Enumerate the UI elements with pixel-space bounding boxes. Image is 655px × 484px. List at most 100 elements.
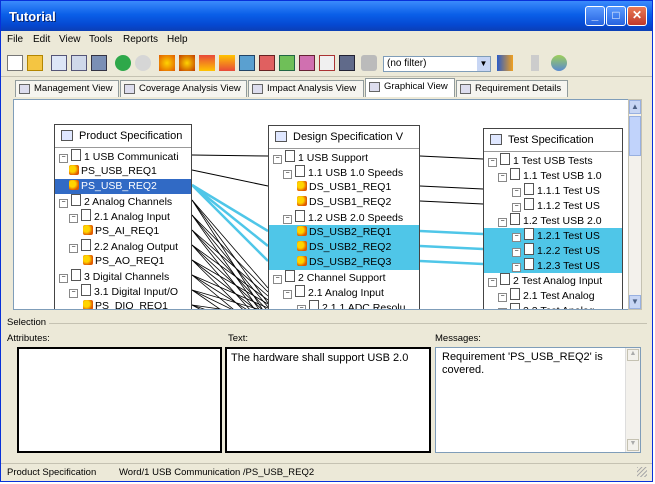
tree-row[interactable]: − 1.2 USB 2.0 Speeds <box>269 210 419 225</box>
filter-apply-icon[interactable] <box>497 55 513 71</box>
tab-graphical-view[interactable]: Graphical View <box>365 78 455 97</box>
close-button[interactable]: ✕ <box>627 6 647 26</box>
maximize-button[interactable]: □ <box>606 6 626 26</box>
collapse-icon[interactable]: − <box>59 154 68 163</box>
scroll-up-button[interactable]: ▲ <box>627 349 639 361</box>
forward-icon[interactable] <box>135 55 151 71</box>
collapse-icon[interactable]: − <box>283 290 292 299</box>
collapse-icon[interactable]: − <box>488 278 497 287</box>
collapse-icon[interactable]: − <box>498 218 507 227</box>
tree-row[interactable]: − 1 USB Communicati <box>55 149 191 164</box>
collapse-icon[interactable]: − <box>59 199 68 208</box>
test-spec-panel[interactable]: Test Specification −1 Test USB Tests −1.1… <box>483 128 623 309</box>
collapse-icon[interactable]: − <box>512 263 521 272</box>
collapse-icon[interactable]: − <box>283 215 292 224</box>
tree-row[interactable]: − 1.1.1 Test US <box>484 183 622 198</box>
menu-file[interactable]: File <box>7 34 23 45</box>
open-folder-icon[interactable] <box>27 55 43 71</box>
tree-row[interactable]: − 2 Test Analog Input <box>484 273 622 288</box>
panel-header[interactable]: Design Specification V <box>269 126 419 149</box>
collapse-icon[interactable]: − <box>69 289 78 298</box>
tree-row[interactable]: DS_USB1_REQ2 <box>269 195 419 210</box>
menu-tools[interactable]: Tools <box>89 34 112 45</box>
tree-row[interactable]: − 3 Digital Channels <box>55 269 191 284</box>
requirement-icon[interactable] <box>159 55 175 71</box>
tree-row[interactable]: − 1.2.2 Test US <box>484 243 622 258</box>
view-icon[interactable] <box>71 55 87 71</box>
messages-box[interactable]: Requirement 'PS_USB_REQ2' is covered. ▲ … <box>435 347 641 453</box>
collapse-icon[interactable]: − <box>512 203 521 212</box>
collapse-icon[interactable]: − <box>512 233 521 242</box>
tools-icon[interactable] <box>361 55 377 71</box>
tab-requirement-details[interactable]: Requirement Details <box>456 80 568 97</box>
scroll-thumb[interactable] <box>629 116 641 156</box>
collapse-icon[interactable]: − <box>59 274 68 283</box>
panel-header[interactable]: Test Specification <box>484 129 622 152</box>
menu-edit[interactable]: Edit <box>33 34 50 45</box>
product-spec-panel[interactable]: Product Specification − 1 USB Communicati… <box>54 124 192 309</box>
tree-row[interactable]: − 1 USB Support <box>269 150 419 165</box>
scroll-down-button[interactable]: ▼ <box>629 295 641 309</box>
tree-row[interactable]: − 2.1 Test Analog <box>484 288 622 303</box>
tree-row[interactable]: DS_USB1_REQ1 <box>269 180 419 195</box>
new-icon[interactable] <box>7 55 23 71</box>
collapse-icon[interactable]: − <box>69 244 78 253</box>
filter-select[interactable]: (no filter) ▼ <box>383 56 491 72</box>
tree-row[interactable]: − 3.1 Digital Input/O <box>55 284 191 299</box>
tree-row[interactable]: PS_AI_REQ1 <box>55 224 191 239</box>
tree-row[interactable]: PS_AO_REQ1 <box>55 254 191 269</box>
tab-coverage-analysis[interactable]: Coverage Analysis View <box>120 80 247 97</box>
menu-help[interactable]: Help <box>167 34 188 45</box>
link-icon[interactable] <box>299 55 315 71</box>
collapse-icon[interactable]: − <box>283 170 292 179</box>
tree-row[interactable]: − 2.1 Analog Input <box>269 285 419 300</box>
tree-row[interactable]: DS_USB2_REQ2 <box>269 240 419 255</box>
graph-canvas[interactable]: Product Specification − 1 USB Communicati… <box>13 99 629 310</box>
panel-header[interactable]: Product Specification <box>55 125 191 148</box>
chevron-down-icon[interactable]: ▼ <box>477 57 490 71</box>
export-icon[interactable] <box>259 55 275 71</box>
requirement-link-icon[interactable] <box>179 55 195 71</box>
canvas-vertical-scrollbar[interactable]: ▲ ▼ <box>628 99 642 310</box>
report-icon[interactable] <box>339 55 355 71</box>
tree-row[interactable]: − 2.2 Test Analog <box>484 303 622 309</box>
tree-row[interactable]: PS_USB_REQ1 <box>55 164 191 179</box>
tree-row[interactable]: − 2.1 Analog Input <box>55 209 191 224</box>
collapse-icon[interactable]: − <box>498 308 507 309</box>
title-bar[interactable]: Tutorial _ □ ✕ <box>1 1 652 31</box>
tree-row[interactable]: − 2.2 Analog Output <box>55 239 191 254</box>
properties-icon[interactable] <box>51 55 67 71</box>
import-icon[interactable] <box>239 55 255 71</box>
tree-row[interactable]: − 1.2 Test USB 2.0 <box>484 213 622 228</box>
refresh-icon[interactable] <box>551 55 567 71</box>
delete-link-icon[interactable] <box>319 55 335 71</box>
tree-row[interactable]: PS_USB_REQ2 <box>55 179 191 194</box>
tree-row[interactable]: DS_USB2_REQ1 <box>269 225 419 240</box>
collapse-icon[interactable]: − <box>512 188 521 197</box>
menu-reports[interactable]: Reports <box>123 34 158 45</box>
tree-row[interactable]: − 1 Test USB Tests <box>484 153 622 168</box>
collapse-icon[interactable]: − <box>498 293 507 302</box>
tree-row[interactable]: − 1.1.2 Test US <box>484 198 622 213</box>
messages-scrollbar[interactable]: ▲ ▼ <box>625 348 640 452</box>
tree-row[interactable]: − 2.1.1 ADC Resolu <box>269 300 419 309</box>
attributes-box[interactable] <box>17 347 222 453</box>
collapse-icon[interactable]: − <box>488 158 497 167</box>
back-icon[interactable] <box>115 55 131 71</box>
scroll-up-button[interactable]: ▲ <box>629 100 641 114</box>
collapse-icon[interactable]: − <box>512 248 521 257</box>
scroll-down-button[interactable]: ▼ <box>627 439 639 451</box>
tree-row[interactable]: − 1.1 Test USB 1.0 <box>484 168 622 183</box>
save-icon[interactable] <box>91 55 107 71</box>
tree-row[interactable]: DS_USB2_REQ3 <box>269 255 419 270</box>
design-spec-panel[interactable]: Design Specification V −1 USB Support −1.… <box>268 125 420 309</box>
trace-icon[interactable] <box>279 55 295 71</box>
requirement-up-icon[interactable] <box>199 55 215 71</box>
tree-row[interactable]: − 2 Analog Channels <box>55 194 191 209</box>
collapse-icon[interactable]: − <box>498 173 507 182</box>
resize-grip-icon[interactable] <box>637 467 647 477</box>
requirement-down-icon[interactable] <box>219 55 235 71</box>
collapse-icon[interactable]: − <box>273 275 282 284</box>
tree-row[interactable]: − 2 Channel Support <box>269 270 419 285</box>
minimize-button[interactable]: _ <box>585 6 605 26</box>
